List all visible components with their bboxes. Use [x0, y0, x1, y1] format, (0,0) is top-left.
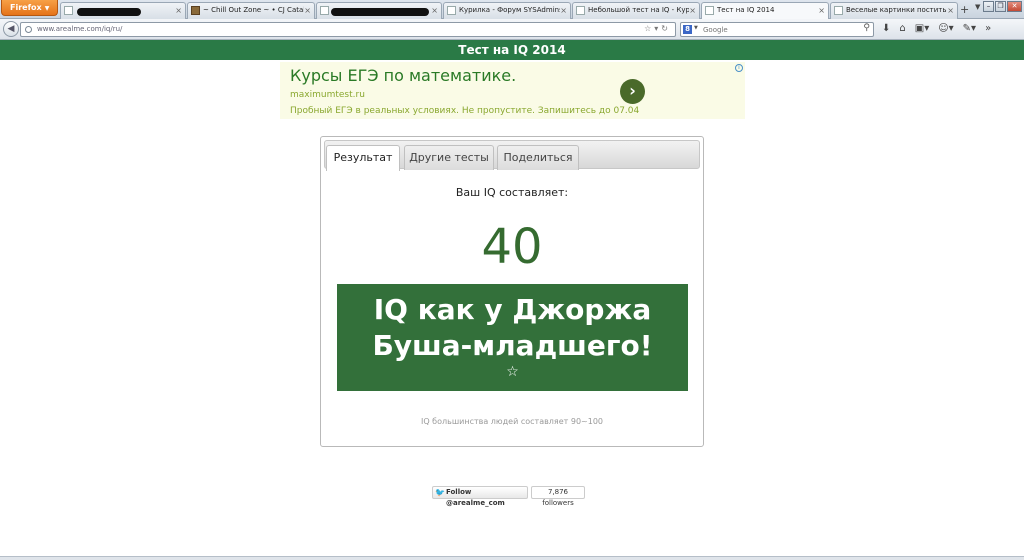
tab-share[interactable]: Поделиться: [497, 145, 579, 170]
favicon-icon: [576, 6, 585, 15]
bookmark-star-icon[interactable]: ☆▾↻: [644, 24, 671, 33]
verdict-line-2: Буша-младшего!: [372, 329, 653, 362]
chevron-right-icon[interactable]: ›: [620, 79, 645, 104]
restore-icon[interactable]: ❐: [995, 1, 1006, 12]
tab-result[interactable]: Результат: [326, 145, 400, 171]
tab-other-tests[interactable]: Другие тесты: [404, 145, 494, 170]
twitter-follower-count[interactable]: 7,876 followers: [531, 486, 585, 507]
iq-footnote: IQ большинства людей составляет 90~100: [420, 417, 604, 426]
advertisement[interactable]: Курсы ЕГЭ по математике. maximumtest.ru …: [280, 62, 745, 119]
tab-chill-out-zone[interactable]: ~ Chill Out Zone ~ • CJ Cataliz... ×: [187, 2, 315, 19]
url-text[interactable]: www.arealme.com/iq/ru/: [37, 25, 122, 33]
ad-url[interactable]: maximumtest.ru: [290, 90, 365, 100]
twitter-follow-button[interactable]: 🐦 Follow @arealme_com: [432, 486, 528, 507]
result-card: Результат Другие тесты Поделиться Ваш IQ…: [320, 136, 704, 447]
ad-info-icon[interactable]: i: [735, 64, 743, 72]
globe-icon: [25, 26, 32, 33]
tab-redacted-1[interactable]: ×: [60, 2, 186, 19]
redaction-mark: [77, 8, 141, 16]
minimize-icon[interactable]: –: [983, 1, 994, 12]
close-icon[interactable]: ×: [175, 3, 182, 18]
iq-caption: Ваш IQ составляет:: [455, 186, 569, 199]
firefox-menu-button[interactable]: Firefox ▼: [1, 0, 58, 16]
ad-description: Пробный ЕГЭ в реальных условиях. Не проп…: [290, 106, 640, 116]
search-input[interactable]: [703, 24, 853, 35]
favicon-icon: [320, 6, 329, 15]
navigation-bar: ◀ www.arealme.com/iq/ru/ ☆▾↻ 8 ▼ ⚲ ⬇ ⌂ ▣…: [0, 19, 1024, 40]
favicon-icon: [834, 6, 843, 15]
page-title: Тест на IQ 2014: [458, 43, 566, 57]
star-icon: ☆: [506, 364, 519, 380]
chevron-down-icon[interactable]: ▼: [694, 25, 698, 31]
search-engine-icon[interactable]: 8: [683, 25, 692, 34]
list-all-tabs-icon[interactable]: ▼: [975, 3, 980, 11]
tab-redacted-2[interactable]: ×: [316, 2, 442, 19]
screenshot-icon[interactable]: ▣▾: [915, 22, 929, 36]
addon-icon[interactable]: ☺▾: [938, 22, 953, 36]
verdict-line-1: IQ как у Джоржа: [373, 293, 652, 326]
menu-icon[interactable]: ✎▾: [963, 22, 976, 36]
result-tabs: Результат Другие тесты Поделиться: [324, 140, 700, 171]
redaction-mark: [331, 8, 429, 16]
close-icon[interactable]: ×: [560, 3, 567, 18]
tab-bar: Firefox ▼ × ~ Chill Out Zone ~ • CJ Catal…: [0, 0, 1024, 20]
tab-iq-test-2014[interactable]: Тест на IQ 2014 ×: [701, 2, 829, 20]
twitter-bird-icon: 🐦: [435, 488, 445, 497]
favicon-icon: [447, 6, 456, 15]
favicon-icon: [705, 6, 714, 15]
download-icon[interactable]: ⬇: [882, 22, 890, 36]
home-icon[interactable]: ⌂: [899, 22, 905, 36]
search-icon[interactable]: ⚲: [863, 23, 870, 33]
overflow-icon[interactable]: »: [985, 22, 991, 36]
favicon-icon: [64, 6, 73, 15]
iq-verdict-banner: IQ как у Джоржа Буша-младшего! ☆: [337, 284, 688, 391]
favicon-icon: [191, 6, 200, 15]
tab-kurilka[interactable]: Курилка - Форум SYSAdmins.... ×: [443, 2, 571, 19]
close-icon[interactable]: ×: [947, 3, 954, 18]
search-bar[interactable]: 8 ▼ ⚲: [680, 22, 874, 37]
back-arrow-icon[interactable]: ◀: [3, 21, 19, 37]
iq-score: 40: [481, 219, 543, 275]
status-bar: [0, 556, 1024, 560]
close-icon[interactable]: ×: [304, 3, 311, 18]
url-bar[interactable]: www.arealme.com/iq/ru/ ☆▾↻: [20, 22, 676, 37]
tab-funny-pictures[interactable]: Веселые картинки постить с... ×: [830, 2, 958, 19]
window-controls: – ❐ ✕: [982, 1, 1022, 15]
close-icon[interactable]: ×: [818, 3, 825, 18]
site-header: Тест на IQ 2014: [0, 40, 1024, 60]
chevron-down-icon: ▼: [44, 5, 50, 12]
close-icon[interactable]: ×: [431, 3, 438, 18]
window-close-icon[interactable]: ✕: [1007, 1, 1022, 12]
tab-iq-test-forum[interactable]: Небольшой тест на IQ - Кури... ×: [572, 2, 700, 19]
close-icon[interactable]: ×: [689, 3, 696, 18]
new-tab-button[interactable]: +: [960, 3, 970, 17]
toolbar-icons: ⬇ ⌂ ▣▾ ☺▾ ✎▾ »: [882, 22, 991, 36]
ad-title[interactable]: Курсы ЕГЭ по математике.: [290, 66, 516, 85]
